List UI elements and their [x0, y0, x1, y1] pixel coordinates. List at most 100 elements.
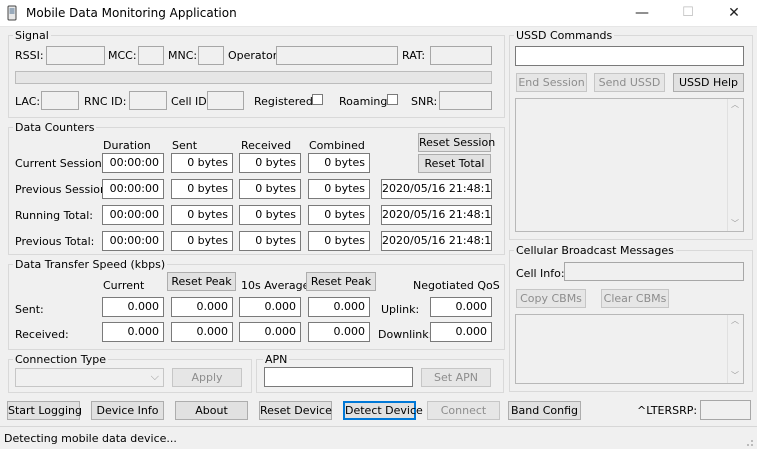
copy-cbms-button[interactable]: Copy CBMs: [516, 289, 586, 308]
reset-session-button[interactable]: Reset Session: [418, 133, 495, 152]
counter-sent: 0 bytes: [171, 153, 233, 173]
clear-cbms-button[interactable]: Clear CBMs: [601, 289, 669, 308]
counter-duration: 00:00:00: [102, 179, 164, 199]
cell-id-field: [207, 91, 244, 110]
rnc-id-field: [129, 91, 167, 110]
uplink-label: Uplink:: [381, 303, 420, 316]
snr-field: [439, 91, 492, 110]
sent-header: Sent: [172, 139, 198, 152]
reset-device-button[interactable]: Reset Device: [259, 401, 332, 420]
snr-label: SNR:: [411, 95, 438, 108]
cell-info-field: [564, 262, 744, 281]
speed-received-value: 0.000: [171, 322, 233, 342]
status-text: Detecting mobile data device...: [4, 432, 177, 445]
lac-label: LAC:: [15, 95, 41, 108]
ussd-scrollbar[interactable]: ︿ ﹀: [727, 99, 743, 231]
scroll-up-icon[interactable]: ︿: [731, 99, 739, 110]
scroll-down-icon[interactable]: ﹀: [731, 218, 739, 229]
downlink-value: 0.000: [430, 322, 492, 342]
apply-button[interactable]: Apply: [172, 368, 242, 387]
rssi-field: [46, 46, 105, 65]
lac-field: [41, 91, 79, 110]
maximize-button[interactable]: ☐: [665, 0, 711, 26]
roaming-checkbox: [387, 94, 398, 105]
downlink-label: Downlink:: [378, 328, 433, 341]
mcc-label: MCC:: [108, 49, 137, 62]
chevron-down-icon: ⌵: [150, 370, 159, 383]
band-config-button[interactable]: Band Config: [508, 401, 581, 420]
start-logging-button[interactable]: Start Logging: [7, 401, 82, 420]
speed-received-label: Received:: [15, 328, 69, 341]
rat-label: RAT:: [402, 49, 426, 62]
connect-button[interactable]: Connect: [427, 401, 500, 420]
counter-timestamp: 2020/05/16 21:48:12: [381, 205, 492, 225]
counter-sent: 0 bytes: [171, 179, 233, 199]
counter-row-label: Running Total:: [15, 209, 93, 222]
counter-row-label: Previous Session:: [15, 183, 111, 196]
reset-total-button[interactable]: Reset Total: [418, 154, 491, 173]
lte-rsrp-field: [700, 400, 751, 420]
registered-checkbox: [312, 94, 323, 105]
counter-timestamp: 2020/05/16 21:48:12: [381, 179, 492, 199]
counter-received: 0 bytes: [239, 153, 301, 173]
detect-device-button[interactable]: Detect Device: [343, 401, 423, 420]
counter-duration: 00:00:00: [102, 153, 164, 173]
resize-grip-icon[interactable]: [744, 437, 754, 447]
cbm-group-label: Cellular Broadcast Messages: [514, 244, 676, 257]
roaming-label: Roaming:: [339, 95, 392, 108]
status-bar: Detecting mobile data device...: [0, 426, 757, 449]
cell-info-label: Cell Info:: [516, 267, 565, 280]
registered-label: Registered:: [254, 95, 317, 108]
reset-peak-button[interactable]: Reset Peak: [167, 272, 236, 291]
speed-received-value: 0.000: [308, 322, 370, 342]
set-apn-button[interactable]: Set APN: [421, 368, 491, 387]
speed-sent-value: 0.000: [239, 297, 301, 317]
close-button[interactable]: ✕: [711, 0, 757, 26]
cbm-messages-area[interactable]: ︿ ﹀: [515, 314, 744, 384]
minimize-button[interactable]: —: [619, 0, 665, 26]
send-ussd-button[interactable]: Send USSD: [594, 73, 665, 92]
speed-sent-value: 0.000: [308, 297, 370, 317]
duration-header: Duration: [103, 139, 151, 152]
cbm-scrollbar[interactable]: ︿ ﹀: [727, 315, 743, 383]
speed-received-value: 0.000: [102, 322, 164, 342]
window-title: Mobile Data Monitoring Application: [26, 6, 237, 20]
connection-type-select[interactable]: ⌵: [15, 368, 164, 387]
counter-received: 0 bytes: [239, 179, 301, 199]
counter-combined: 0 bytes: [308, 179, 370, 199]
end-session-button[interactable]: End Session: [516, 73, 587, 92]
counter-timestamp: 2020/05/16 21:48:12: [381, 231, 492, 251]
counter-sent: 0 bytes: [171, 205, 233, 225]
rssi-label: RSSI:: [15, 49, 44, 62]
about-button[interactable]: About: [175, 401, 248, 420]
current-header: Current: [103, 279, 145, 292]
signal-strength-bar: [15, 71, 492, 84]
scroll-down-icon[interactable]: ﹀: [731, 370, 739, 381]
counter-row-label: Current Session:: [15, 157, 106, 170]
avg10-header: 10s Average: [241, 279, 310, 292]
scroll-up-icon[interactable]: ︿: [731, 315, 739, 326]
data-counters-label: Data Counters: [13, 121, 97, 134]
ussd-input[interactable]: [515, 46, 744, 66]
counter-received: 0 bytes: [239, 205, 301, 225]
counter-combined: 0 bytes: [308, 153, 370, 173]
counter-duration: 00:00:00: [102, 231, 164, 251]
speed-sent-value: 0.000: [171, 297, 233, 317]
apn-input[interactable]: [264, 367, 413, 387]
ussd-help-button[interactable]: USSD Help: [673, 73, 744, 92]
reset-peak-avg-button[interactable]: Reset Peak: [306, 272, 376, 291]
transfer-speed-label: Data Transfer Speed (kbps): [13, 258, 168, 271]
speed-sent-value: 0.000: [102, 297, 164, 317]
mnc-field: [198, 46, 224, 65]
counter-combined: 0 bytes: [308, 205, 370, 225]
lte-rsrp-label: ^LTERSRP:: [637, 404, 698, 417]
counter-received: 0 bytes: [239, 231, 301, 251]
cell-id-label: Cell ID:: [171, 95, 211, 108]
title-bar: Mobile Data Monitoring Application — ☐ ✕: [0, 0, 757, 27]
counter-row-label: Previous Total:: [15, 235, 95, 248]
device-info-button[interactable]: Device Info: [91, 401, 164, 420]
operator-field: [276, 46, 398, 65]
ussd-response-area[interactable]: ︿ ﹀: [515, 98, 744, 232]
signal-group-label: Signal: [13, 29, 51, 42]
mnc-label: MNC:: [168, 49, 198, 62]
